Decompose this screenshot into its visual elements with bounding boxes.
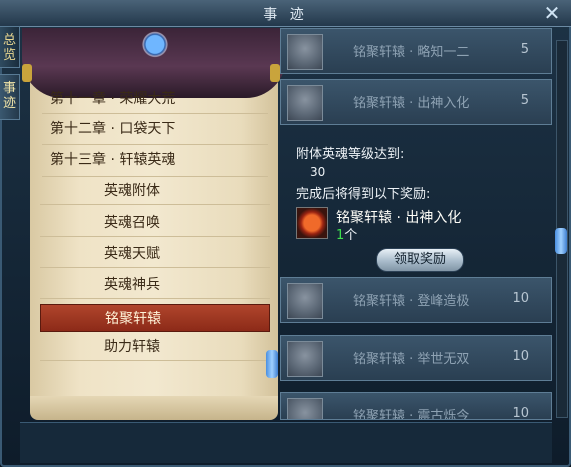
tab-overview-label: 总览 <box>2 33 16 63</box>
reward-label: 完成后将得到以下奖励: <box>296 187 431 202</box>
chapter-13[interactable]: 第十三章 · 轩辕英魂 <box>50 145 260 175</box>
tab-overview[interactable]: 总览 <box>0 26 20 68</box>
subitem-ming-ju-xuanyuan[interactable]: 铭聚轩辕 <box>40 304 270 332</box>
achievement-points: 5 <box>520 42 529 57</box>
achievement-name: 铭聚轩辕 · 出神入化 <box>353 96 470 111</box>
tab-deeds-label: 事迹 <box>2 81 16 111</box>
achievement-points: 10 <box>512 291 529 306</box>
scroll-rod-right <box>270 64 280 82</box>
achievement-name: 铭聚轩辕 · 震古烁今 <box>353 409 470 420</box>
right-scrollbar-thumb[interactable] <box>555 228 567 254</box>
subitem-hero-weapon[interactable]: 英魂神兵 <box>40 271 270 299</box>
chapter-11[interactable]: 第十一章 · 荣耀大荒 <box>50 84 260 114</box>
achievement-icon <box>287 85 323 121</box>
achievement-card[interactable]: 铭聚轩辕 · 出神入化 5 <box>280 79 552 125</box>
subitem-assist-xuanyuan[interactable]: 助力轩辕 <box>40 333 270 361</box>
scroll-rod-left <box>22 64 32 82</box>
subitem-hero-talent[interactable]: 英魂天赋 <box>40 240 270 268</box>
title-bar: 事 迹 ✕ <box>0 0 571 27</box>
bottom-bar <box>20 422 552 463</box>
reward-count: 1个 <box>336 224 357 243</box>
achievement-points: 10 <box>512 406 529 420</box>
requirement-value: 30 <box>310 165 326 179</box>
achievement-icon <box>287 341 323 377</box>
scroll-bottom <box>30 396 278 420</box>
achievement-points: 10 <box>512 349 529 364</box>
gem-ornament-icon <box>128 18 182 62</box>
close-icon[interactable]: ✕ <box>541 2 563 24</box>
chapter-12[interactable]: 第十二章 · 口袋天下 <box>50 114 260 144</box>
requirement-label: 附体英魂等级达到: <box>296 147 405 162</box>
achievement-card[interactable]: 铭聚轩辕 · 震古烁今 10 <box>280 392 552 420</box>
reward-unit: 个 <box>344 228 358 243</box>
achievement-card[interactable]: 铭聚轩辕 · 略知一二 5 <box>280 28 552 74</box>
achievement-points: 5 <box>520 93 529 108</box>
reward-item-icon[interactable] <box>296 207 328 239</box>
achievement-icon <box>287 283 323 319</box>
achievement-card[interactable]: 铭聚轩辕 · 登峰造极 10 <box>280 277 552 323</box>
subitem-hero-summon[interactable]: 英魂召唤 <box>40 209 270 237</box>
tab-deeds[interactable]: 事迹 <box>0 74 20 120</box>
left-scrollbar-thumb[interactable] <box>266 350 278 378</box>
achievement-icon <box>287 34 323 70</box>
achievement-name: 铭聚轩辕 · 举世无双 <box>353 352 470 367</box>
claim-reward-button[interactable]: 领取奖励 <box>376 248 464 272</box>
achievement-card[interactable]: 铭聚轩辕 · 举世无双 10 <box>280 335 552 381</box>
subitem-hero-possess[interactable]: 英魂附体 <box>40 177 270 205</box>
achievement-name: 铭聚轩辕 · 略知一二 <box>353 45 470 60</box>
achievement-detail: 附体英魂等级达到: 30 完成后将得到以下奖励: 铭聚轩辕 · 出神入化 1个 … <box>280 131 552 273</box>
achievement-icon <box>287 398 323 419</box>
achievement-name: 铭聚轩辕 · 登峰造极 <box>353 294 470 309</box>
window-title: 事 迹 <box>263 7 308 23</box>
